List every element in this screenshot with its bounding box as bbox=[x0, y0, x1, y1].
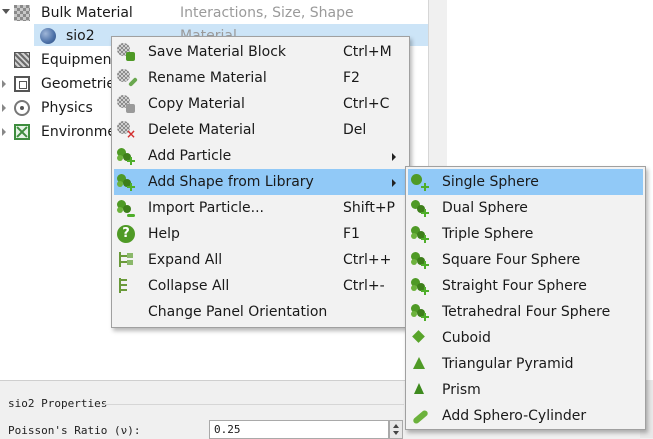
delete-material-icon: × bbox=[117, 121, 136, 140]
menu-item-shortcut: Ctrl++ bbox=[343, 252, 392, 268]
menu-item-label: Add Particle bbox=[148, 148, 232, 164]
menu-item-shortcut: Del bbox=[343, 122, 367, 138]
tree-item-label: Bulk Material bbox=[41, 5, 133, 21]
spin-down-icon[interactable] bbox=[393, 431, 399, 435]
rename-material-icon bbox=[117, 69, 138, 87]
collapse-all-icon bbox=[117, 277, 135, 295]
menu-item-label: Delete Material bbox=[148, 122, 256, 138]
collapsed-arrow-icon[interactable] bbox=[2, 128, 6, 136]
submenu-item-triangular-pyramid[interactable]: Triangular Pyramid bbox=[408, 351, 643, 377]
single-sphere-icon bbox=[411, 173, 429, 191]
menu-item-delete-material[interactable]: × Delete Material Del bbox=[114, 117, 407, 143]
triangular-pyramid-icon bbox=[411, 355, 429, 373]
equipment-icon bbox=[14, 52, 30, 68]
submenu-item-square-four-sphere[interactable]: Square Four Sphere bbox=[408, 247, 643, 273]
submenu-item-prism[interactable]: Prism bbox=[408, 377, 643, 403]
menu-item-import-particle[interactable]: Import Particle... Shift+P bbox=[114, 195, 407, 221]
bulk-material-icon bbox=[14, 5, 30, 21]
tetrahedral-four-sphere-icon bbox=[411, 303, 429, 321]
menu-item-label: Collapse All bbox=[148, 278, 230, 294]
menu-item-copy-material[interactable]: Copy Material Ctrl+C bbox=[114, 91, 407, 117]
menu-item-label: Expand All bbox=[148, 252, 223, 268]
tree-item-bulk-material[interactable]: Bulk Material Interactions, Size, Shape bbox=[14, 1, 434, 25]
dual-sphere-icon bbox=[411, 199, 429, 217]
submenu-arrow-icon bbox=[392, 179, 396, 187]
menu-item-expand-all[interactable]: Expand All Ctrl++ bbox=[114, 247, 407, 273]
submenu-item-label: Cuboid bbox=[442, 330, 491, 346]
help-icon: ? bbox=[117, 225, 135, 243]
poisson-ratio-spinner[interactable] bbox=[389, 420, 403, 439]
add-shape-icon bbox=[117, 173, 135, 191]
submenu-item-label: Add Sphero-Cylinder bbox=[442, 408, 587, 424]
tree-item-label: sio2 bbox=[66, 28, 95, 44]
spin-up-icon[interactable] bbox=[393, 424, 399, 428]
submenu-item-label: Triple Sphere bbox=[442, 226, 534, 242]
menu-item-label: Copy Material bbox=[148, 96, 245, 112]
submenu-arrow-icon bbox=[392, 153, 396, 161]
submenu-item-triple-sphere[interactable]: Triple Sphere bbox=[408, 221, 643, 247]
expand-all-icon bbox=[117, 251, 135, 269]
properties-title: sio2 Properties bbox=[8, 397, 108, 410]
prism-icon bbox=[411, 381, 429, 399]
save-material-icon bbox=[117, 43, 135, 61]
tree-item-label: Physics bbox=[41, 100, 93, 116]
submenu-item-label: Square Four Sphere bbox=[442, 252, 581, 268]
physics-icon bbox=[14, 100, 30, 116]
submenu-item-label: Tetrahedral Four Sphere bbox=[442, 304, 611, 320]
submenu-item-cuboid[interactable]: Cuboid bbox=[408, 325, 643, 351]
menu-item-label: Help bbox=[148, 226, 180, 242]
menu-item-rename-material[interactable]: Rename Material F2 bbox=[114, 65, 407, 91]
collapsed-arrow-icon[interactable] bbox=[2, 104, 6, 112]
menu-item-shortcut: F1 bbox=[343, 226, 360, 242]
menu-item-shortcut: F2 bbox=[343, 70, 360, 86]
sphero-cylinder-icon bbox=[411, 407, 429, 425]
menu-item-add-shape-from-library[interactable]: Add Shape from Library bbox=[114, 169, 407, 195]
menu-item-label: Change Panel Orientation bbox=[148, 304, 328, 320]
triple-sphere-icon bbox=[411, 225, 429, 243]
submenu-item-label: Straight Four Sphere bbox=[442, 278, 587, 294]
submenu-item-label: Single Sphere bbox=[442, 174, 539, 190]
square-four-sphere-icon bbox=[411, 251, 429, 269]
menu-item-add-particle[interactable]: Add Particle bbox=[114, 143, 407, 169]
material-sphere-icon bbox=[40, 28, 56, 44]
expand-arrow-icon[interactable] bbox=[2, 9, 10, 14]
menu-item-shortcut: Ctrl+C bbox=[343, 96, 390, 112]
menu-item-label: Rename Material bbox=[148, 70, 267, 86]
menu-item-help[interactable]: ? Help F1 bbox=[114, 221, 407, 247]
submenu-item-tetrahedral-four-sphere[interactable]: Tetrahedral Four Sphere bbox=[408, 299, 643, 325]
submenu-item-label: Triangular Pyramid bbox=[442, 356, 574, 372]
environment-icon bbox=[14, 124, 30, 140]
menu-item-save-material-block[interactable]: Save Material Block Ctrl+M bbox=[114, 39, 407, 65]
submenu-item-single-sphere[interactable]: Single Sphere bbox=[408, 169, 643, 195]
menu-item-label: Add Shape from Library bbox=[148, 174, 314, 190]
submenu-item-dual-sphere[interactable]: Dual Sphere bbox=[408, 195, 643, 221]
menu-item-shortcut: Ctrl+M bbox=[343, 44, 392, 60]
submenu-item-straight-four-sphere[interactable]: Straight Four Sphere bbox=[408, 273, 643, 299]
menu-item-label: Save Material Block bbox=[148, 44, 287, 60]
submenu-item-add-sphero-cylinder[interactable]: Add Sphero-Cylinder bbox=[408, 403, 643, 429]
menu-item-collapse-all[interactable]: Collapse All Ctrl+- bbox=[114, 273, 407, 299]
poisson-ratio-label: Poisson's Ratio (ν): bbox=[8, 424, 141, 437]
menu-item-shortcut: Ctrl+- bbox=[343, 278, 385, 294]
tree-item-description: Interactions, Size, Shape bbox=[180, 5, 354, 21]
tree-item-label: Equipment bbox=[41, 52, 117, 68]
submenu-item-label: Dual Sphere bbox=[442, 200, 528, 216]
copy-material-icon bbox=[117, 95, 135, 113]
menu-item-label: Import Particle... bbox=[148, 200, 264, 216]
shape-library-submenu: Single Sphere Dual Sphere Triple Sphere … bbox=[405, 166, 646, 430]
cuboid-icon bbox=[411, 329, 429, 347]
context-menu: Save Material Block Ctrl+M Rename Materi… bbox=[111, 36, 410, 328]
collapsed-arrow-icon[interactable] bbox=[2, 80, 6, 88]
group-divider bbox=[104, 404, 404, 405]
straight-four-sphere-icon bbox=[411, 277, 429, 295]
geometries-icon bbox=[14, 76, 30, 92]
import-particle-icon bbox=[117, 199, 135, 217]
add-particle-icon bbox=[117, 147, 135, 165]
submenu-item-label: Prism bbox=[442, 382, 481, 398]
poisson-ratio-input[interactable]: 0.25 bbox=[209, 420, 389, 439]
menu-item-change-panel-orientation[interactable]: Change Panel Orientation bbox=[114, 299, 407, 325]
menu-item-shortcut: Shift+P bbox=[343, 200, 395, 216]
